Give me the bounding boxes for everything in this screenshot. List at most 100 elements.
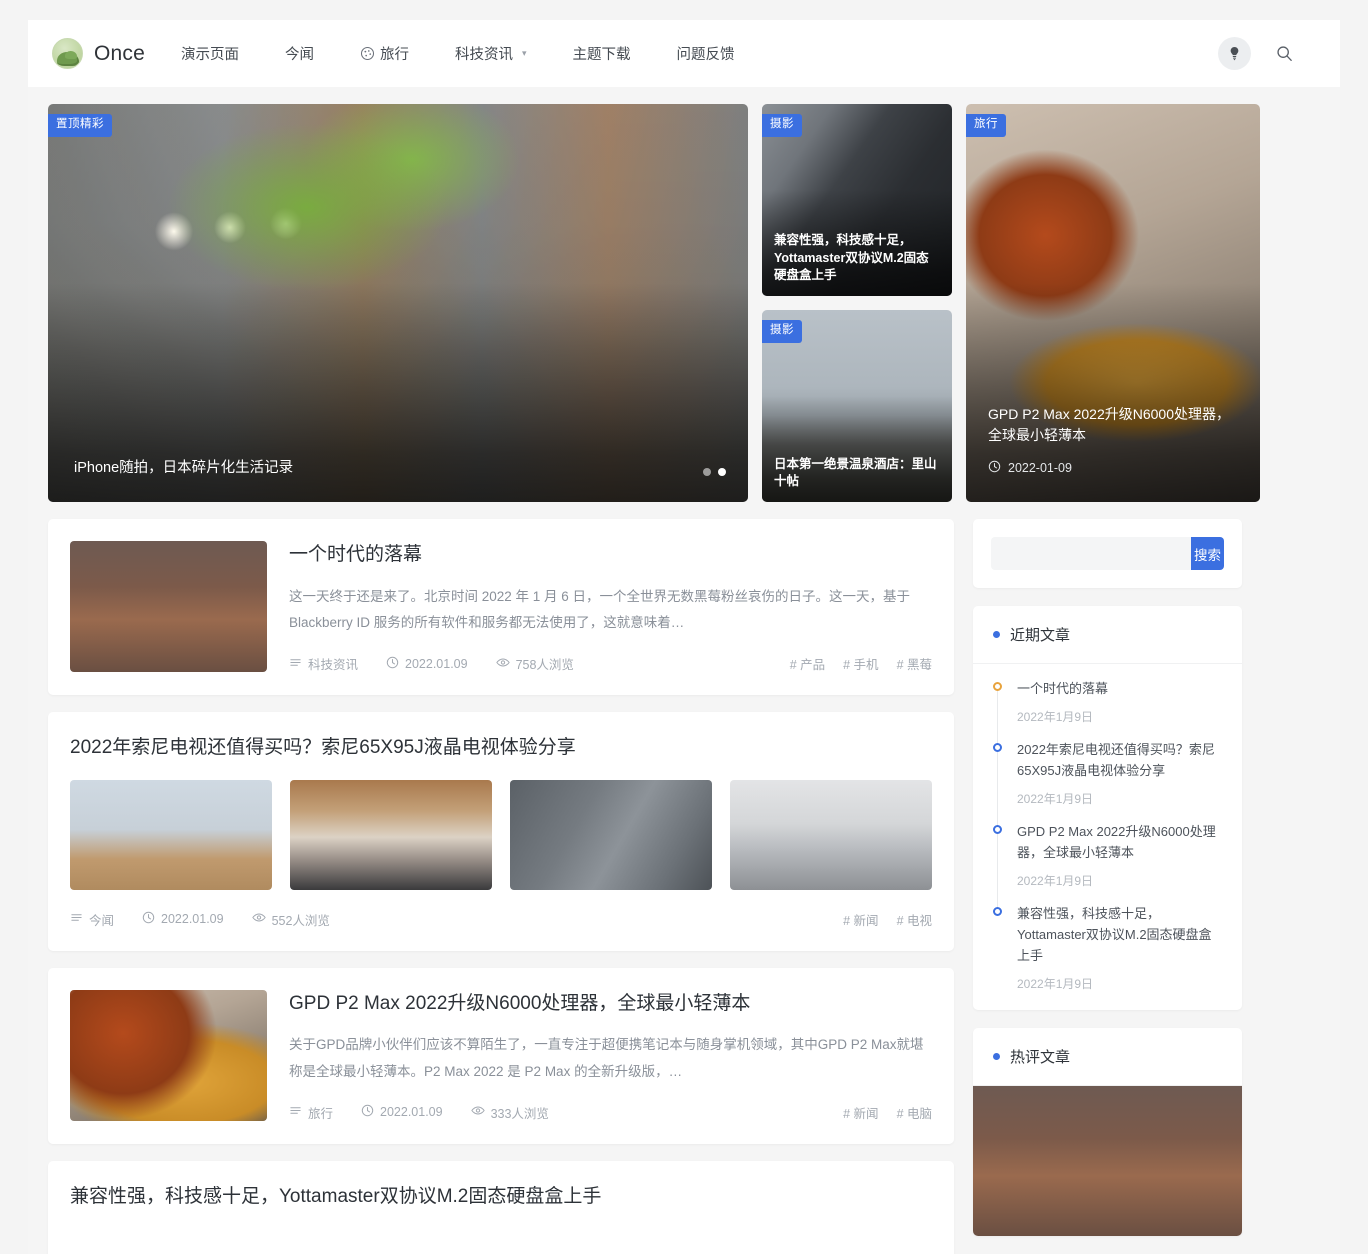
post-date: 2022.01.09 (361, 1104, 443, 1120)
eye-icon (495, 656, 510, 672)
nav-item-tech[interactable]: 科技资讯 ▾ (455, 43, 527, 64)
recent-post-date: 2022年1月9日 (1017, 874, 1094, 889)
search-input[interactable] (991, 537, 1191, 570)
post-date: 2022.01.09 (142, 911, 224, 927)
gallery-image[interactable] (70, 779, 272, 890)
post-thumbnail[interactable] (70, 541, 267, 672)
carousel-dot-2[interactable] (718, 468, 726, 476)
post-tag[interactable]: # 产品 (790, 654, 825, 673)
gallery-image-photo (70, 779, 272, 890)
post-tag[interactable]: # 电视 (897, 910, 932, 929)
post-category-label: 今闻 (89, 913, 115, 928)
post-views: 552人浏览 (251, 910, 330, 929)
search-icon[interactable] (1275, 44, 1294, 63)
hero-badge-photography[interactable]: 摄影 (762, 114, 802, 137)
post-date: 2022.01.09 (386, 656, 468, 672)
recent-post-item[interactable]: 一个时代的落幕 2022年1月9日 (993, 678, 1222, 744)
recent-posts-widget: 近期文章 一个时代的落幕 2022年1月9日 2022年索尼电视还值得买吗？索尼… (973, 606, 1242, 1011)
post-title[interactable]: 兼容性强，科技感十足，Yottamaster双协议M.2固态硬盘盒上手 (70, 1183, 932, 1211)
post-title[interactable]: 2022年索尼电视还值得买吗？索尼65X95J液晶电视体验分享 (70, 734, 932, 762)
post-tags: # 新闻 # 电脑 (843, 1103, 932, 1122)
post-views-label: 333人浏览 (490, 1106, 549, 1121)
post-category[interactable]: 旅行 (289, 1103, 333, 1122)
hot-posts-heading: 热评文章 (973, 1028, 1242, 1087)
post-category[interactable]: 今闻 (70, 910, 114, 929)
recent-post-title[interactable]: 兼容性强，科技感十足，Yottamaster双协议M.2固态硬盘盒上手 (1017, 903, 1222, 966)
post-tag[interactable]: # 新闻 (843, 910, 878, 929)
post-tags: # 产品 # 手机 # 黑莓 (790, 654, 932, 673)
recent-post-title[interactable]: 一个时代的落幕 (1017, 678, 1222, 699)
brand-logo-link[interactable]: Once (52, 38, 145, 69)
clock-icon (988, 460, 1001, 476)
nav-item-label: 主题下载 (572, 47, 631, 63)
nav-item-label: 问题反馈 (676, 47, 735, 63)
hero-card-gpd[interactable]: 旅行 GPD P2 Max 2022升级N6000处理器，全球最小轻薄本 202… (966, 104, 1260, 502)
recent-posts-heading-label: 近期文章 (1010, 627, 1071, 644)
nav-item-label: 旅行 (380, 47, 409, 63)
post-card[interactable]: 兼容性强，科技感十足，Yottamaster双协议M.2固态硬盘盒上手 (48, 1160, 954, 1254)
list-icon (289, 1104, 302, 1120)
post-date-label: 2022.01.09 (161, 912, 224, 927)
recent-post-title[interactable]: 2022年索尼电视还值得买吗？索尼65X95J液晶电视体验分享 (1017, 739, 1222, 781)
post-card[interactable]: GPD P2 Max 2022升级N6000处理器，全球最小轻薄本 关于GPD品… (48, 967, 954, 1144)
search-submit-button[interactable]: 搜索 (1191, 537, 1224, 570)
list-icon (70, 911, 83, 927)
hero-featured-card[interactable]: 置顶精彩 iPhone随拍，日本碎片化生活记录 (48, 104, 748, 502)
post-title[interactable]: GPD P2 Max 2022升级N6000处理器，全球最小轻薄本 (289, 990, 932, 1018)
recent-post-date: 2022年1月9日 (1017, 977, 1094, 992)
recent-posts-heading: 近期文章 (973, 606, 1242, 664)
recent-posts-timeline: 一个时代的落幕 2022年1月9日 2022年索尼电视还值得买吗？索尼65X95… (973, 664, 1242, 1010)
brand-name: Once (94, 41, 145, 65)
recent-post-item[interactable]: 2022年索尼电视还值得买吗？索尼65X95J液晶电视体验分享 2022年1月9… (993, 739, 1222, 826)
gallery-image[interactable] (290, 779, 492, 890)
hero-badge-photography[interactable]: 摄影 (762, 320, 802, 343)
recent-post-title[interactable]: GPD P2 Max 2022升级N6000处理器，全球最小轻薄本 (1017, 821, 1222, 863)
post-tag[interactable]: # 黑莓 (897, 654, 932, 673)
post-thumbnail[interactable] (70, 989, 267, 1121)
recent-post-item[interactable]: 兼容性强，科技感十足，Yottamaster双协议M.2固态硬盘盒上手 2022… (993, 903, 1222, 994)
nav-item-feedback[interactable]: 问题反馈 (677, 43, 735, 64)
lightbulb-icon[interactable] (1218, 37, 1251, 70)
post-card[interactable]: 一个时代的落幕 这一天终于还是来了。北京时间 2022 年 1 月 6 日，一个… (48, 519, 954, 696)
carousel-dot-1[interactable] (703, 468, 711, 476)
clock-icon (361, 1104, 374, 1120)
post-category[interactable]: 科技资讯 (289, 654, 358, 673)
post-tag[interactable]: # 手机 (843, 654, 878, 673)
hero-card-ssd[interactable]: 摄影 兼容性强，科技感十足，Yottamaster双协议M.2固态硬盘盒上手 (762, 104, 952, 296)
post-tag[interactable]: # 新闻 (843, 1103, 878, 1122)
nav-item-travel[interactable]: 旅行 (360, 43, 409, 64)
gallery-image[interactable] (510, 779, 712, 890)
nav-item-label: 演示页面 (181, 47, 239, 63)
carousel-dots (703, 468, 726, 476)
nav-item-label: 科技资讯 (455, 47, 513, 63)
nav-item-theme-download[interactable]: 主题下载 (573, 43, 631, 64)
page-root: Once 演示页面 今闻 旅行 科技资讯 ▾ 主题下载 问题反馈 置顶精彩 iP… (0, 0, 1368, 1254)
browser-viewport: Once 演示页面 今闻 旅行 科技资讯 ▾ 主题下载 问题反馈 置顶精彩 iP… (28, 20, 1340, 1254)
hero-card-title: GPD P2 Max 2022升级N6000处理器，全球最小轻薄本 (988, 405, 1230, 444)
main-nav: 演示页面 今闻 旅行 科技资讯 ▾ 主题下载 问题反馈 (181, 43, 735, 64)
post-thumbnail-image (70, 541, 267, 672)
gallery-image-photo (510, 779, 712, 890)
hot-post-thumbnail[interactable] (973, 1086, 1242, 1237)
post-excerpt: 这一天终于还是来了。北京时间 2022 年 1 月 6 日，一个全世界无数黑莓粉… (289, 588, 911, 630)
post-tag[interactable]: # 电脑 (897, 1103, 932, 1122)
nav-item-demo[interactable]: 演示页面 (181, 43, 239, 64)
hero-badge-featured[interactable]: 置顶精彩 (48, 114, 112, 137)
post-category-label: 科技资讯 (308, 658, 359, 673)
palette-icon (360, 46, 375, 61)
hero-badge-travel[interactable]: 旅行 (966, 114, 1006, 137)
nav-item-news[interactable]: 今闻 (285, 43, 314, 64)
hero-card-onsen[interactable]: 摄影 日本第一绝景温泉酒店：里山十帖 (762, 310, 952, 502)
post-meta: 旅行 2022.01.09 333人浏览 # 新闻 # 电脑 (289, 1103, 932, 1122)
post-views-label: 552人浏览 (271, 913, 330, 928)
post-card[interactable]: 2022年索尼电视还值得买吗？索尼65X95J液晶电视体验分享 今闻 2022.… (48, 712, 954, 951)
leaf-logo-icon (52, 38, 83, 69)
hero-card-title: 日本第一绝景温泉酒店：里山十帖 (774, 456, 937, 489)
gallery-image[interactable] (730, 779, 932, 890)
recent-post-item[interactable]: GPD P2 Max 2022升级N6000处理器，全球最小轻薄本 2022年1… (993, 821, 1222, 908)
chevron-down-icon: ▾ (522, 48, 527, 58)
post-title[interactable]: 一个时代的落幕 (289, 541, 932, 569)
post-meta: 科技资讯 2022.01.09 758人浏览 # 产品 # 手机 # 黑莓 (289, 654, 932, 673)
eye-icon (251, 911, 266, 927)
post-list: 一个时代的落幕 这一天终于还是来了。北京时间 2022 年 1 月 6 日，一个… (48, 519, 954, 1254)
